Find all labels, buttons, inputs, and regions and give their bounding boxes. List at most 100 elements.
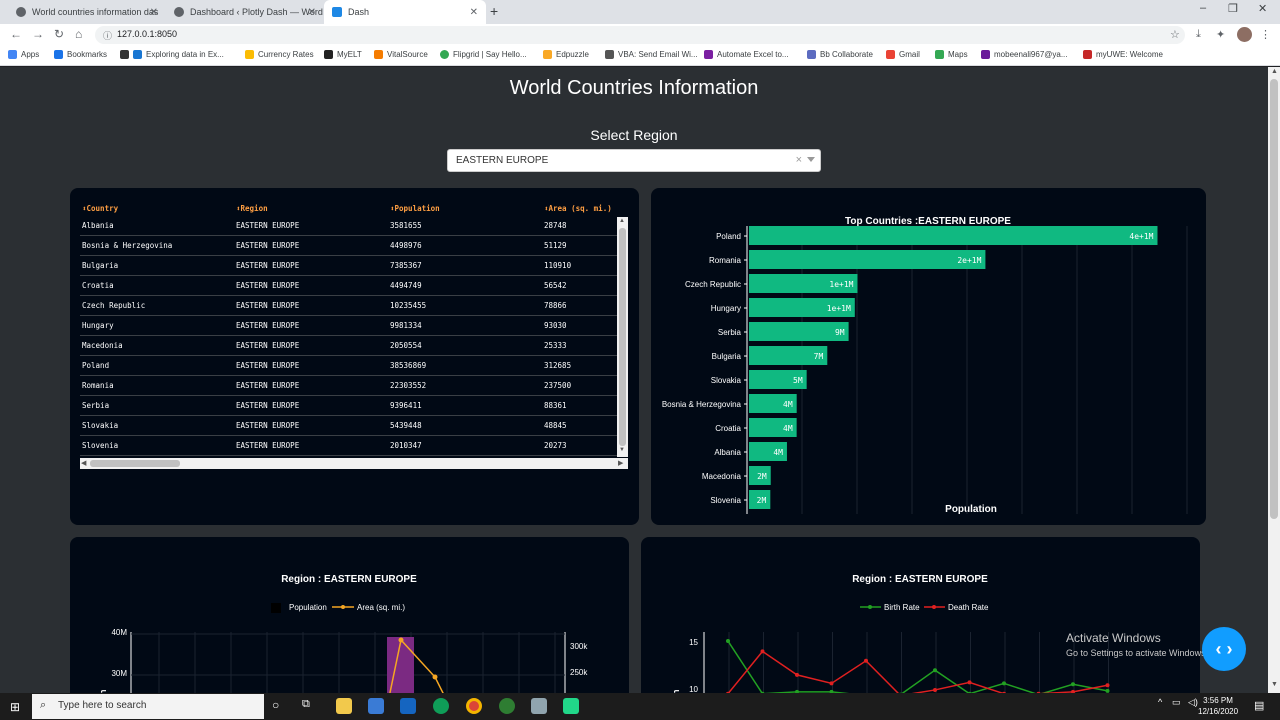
bookmark-yahoo[interactable]: mobeenali967@ya... [981,50,1068,59]
death_rate-point[interactable] [760,649,765,654]
table-row[interactable]: Serbia EASTERN EUROPE 9396411 88361 [80,396,628,416]
chrome-icon[interactable] [466,698,482,714]
header-country[interactable]: ⬍Country [80,204,234,213]
tab-world-countries[interactable]: World countries information das ✕ [8,0,166,24]
chevron-down-icon[interactable] [807,157,815,162]
store-icon[interactable] [368,698,384,714]
scroll-down-icon[interactable]: ▼ [619,447,625,453]
clear-icon[interactable]: × [796,154,802,166]
bookmark-flipgrid[interactable]: Flipgrid | Say Hello... [440,50,527,59]
notifications-icon[interactable]: ▤ [1254,699,1264,712]
url-field[interactable]: ⓘ 127.0.0.1:8050 [95,26,1185,44]
file-explorer-icon[interactable] [336,698,352,714]
legend-area[interactable]: Area (sq. mi.) [357,603,405,612]
table-row[interactable]: Slovenia EASTERN EUROPE 2010347 20273 [80,436,628,456]
death_rate-point[interactable] [1105,683,1110,688]
birth_rate-point[interactable] [1002,681,1006,686]
home-icon[interactable]: ⌂ [75,27,82,41]
menu-icon[interactable]: ⋮ [1260,28,1271,41]
close-tab-icon[interactable]: ✕ [470,7,478,18]
table-horizontal-scrollbar[interactable]: ◀ ▶ [80,458,628,469]
new-tab-icon[interactable]: + [490,3,498,19]
table-row[interactable]: Czech Republic EASTERN EUROPE 10235455 7886… [80,296,628,316]
windows-start-icon[interactable]: ⊞ [10,700,20,714]
bar[interactable] [749,226,1158,245]
header-area[interactable]: ⬍Area (sq. mi.) [542,204,628,213]
star-icon[interactable]: ☆ [1170,28,1180,41]
scroll-right-icon[interactable]: ▶ [618,459,623,467]
tray-chevron-icon[interactable]: ^ [1158,697,1162,707]
bookmark-edpuzzle[interactable]: Edpuzzle [543,50,589,59]
scroll-left-icon[interactable]: ◀ [81,459,86,467]
tab-dashboard[interactable]: Dashboard ‹ Plotly Dash — Word ✕ [166,0,324,24]
legend-population[interactable]: Population [289,603,327,612]
scroll-down-icon[interactable]: ▼ [1271,681,1278,688]
forward-icon[interactable]: → [32,27,44,41]
table-row[interactable]: Macedonia EASTERN EUROPE 2050554 25333 [80,336,628,356]
minimize-icon[interactable]: – [1200,2,1206,14]
bookmark-bb[interactable]: Bb Collaborate [807,50,873,59]
header-population[interactable]: ⬍Population [388,204,542,213]
table-row[interactable]: Romania EASTERN EUROPE 22303552 237500 [80,376,628,396]
close-tab-icon[interactable]: ✕ [150,7,158,18]
page-scrollbar[interactable]: ▲ ▼ [1268,67,1280,693]
death_rate-point[interactable] [795,672,799,677]
header-region[interactable]: ⬍Region [234,204,388,213]
legend-birth-rate[interactable]: Birth Rate [884,603,920,612]
scroll-thumb[interactable] [90,460,180,467]
app-icon-2[interactable] [531,698,547,714]
bookmark-exploring[interactable]: Exploring data in Ex... [120,50,233,59]
tab-dash[interactable]: Dash ✕ [324,0,486,24]
network-icon[interactable]: ▭ [1172,697,1181,708]
pycharm-icon[interactable] [563,698,579,714]
bookmark-vba[interactable]: VBA: Send Email Wi... [605,50,698,59]
bookmark-vitalsource[interactable]: VitalSource [374,50,428,59]
birth_rate-point[interactable] [726,639,730,644]
birth_rate-point[interactable] [933,668,937,673]
scroll-thumb[interactable] [619,228,626,446]
death_rate-point[interactable] [829,681,834,686]
table-row[interactable]: Bulgaria EASTERN EUROPE 7385367 110910 [80,256,628,276]
bookmark-automate[interactable]: Automate Excel to... [704,50,789,59]
birth_rate-point[interactable] [1071,682,1075,687]
death_rate-point[interactable] [864,658,868,663]
mail-icon[interactable] [400,698,416,714]
back-icon[interactable]: ← [10,27,22,41]
bar[interactable] [749,322,849,341]
taskbar-search[interactable]: ⌕ Type here to search [32,694,264,719]
table-vertical-scrollbar[interactable]: ▲ ▼ [617,217,628,457]
reload-icon[interactable]: ↻ [54,27,64,41]
table-row[interactable]: Albania EASTERN EUROPE 3581655 28748 [80,216,628,236]
bookmark-gmail[interactable]: Gmail [886,50,920,59]
bar[interactable] [749,250,986,269]
system-clock[interactable]: 3:56 PM 12/16/2020 [1198,695,1238,717]
volume-icon[interactable]: ◁) [1188,697,1198,708]
extensions-icon[interactable]: ✦ [1216,28,1225,41]
maximize-icon[interactable]: ❐ [1228,2,1238,15]
bookmark-apps[interactable]: Apps [8,50,39,59]
app-icon[interactable] [499,698,515,714]
download-icon[interactable]: ⤓ [1196,28,1201,41]
close-window-icon[interactable]: ✕ [1258,2,1267,15]
task-view-icon[interactable]: ⧉ [302,698,310,711]
bookmark-myuwe[interactable]: myUWE: Welcome [1083,50,1163,59]
close-tab-icon[interactable]: ✕ [308,7,316,18]
bookmark-maps[interactable]: Maps [935,50,968,59]
avatar[interactable] [1237,27,1252,42]
table-row[interactable]: Bosnia & Herzegovina EASTERN EUROPE 449897… [80,236,628,256]
table-row[interactable]: Slovakia EASTERN EUROPE 5439448 48845 [80,416,628,436]
scroll-thumb[interactable] [1270,79,1278,519]
cortana-icon[interactable]: ○ [272,698,279,712]
scroll-up-icon[interactable]: ▲ [619,218,625,224]
death_rate-point[interactable] [933,687,937,692]
table-row[interactable]: Croatia EASTERN EUROPE 4494749 56542 [80,276,628,296]
bookmark-bookmarks[interactable]: Bookmarks [54,50,107,59]
scroll-up-icon[interactable]: ▲ [1271,68,1278,75]
table-row[interactable]: Poland EASTERN EUROPE 38536869 312685 [80,356,628,376]
table-row[interactable]: Hungary EASTERN EUROPE 9981334 93030 [80,316,628,336]
dash-debug-button[interactable]: ‹ › [1202,627,1246,671]
bookmark-myelt[interactable]: MyELT [324,50,362,59]
death_rate-point[interactable] [967,680,972,685]
bookmark-currency[interactable]: Currency Rates [245,50,314,59]
edge-icon[interactable] [433,698,449,714]
